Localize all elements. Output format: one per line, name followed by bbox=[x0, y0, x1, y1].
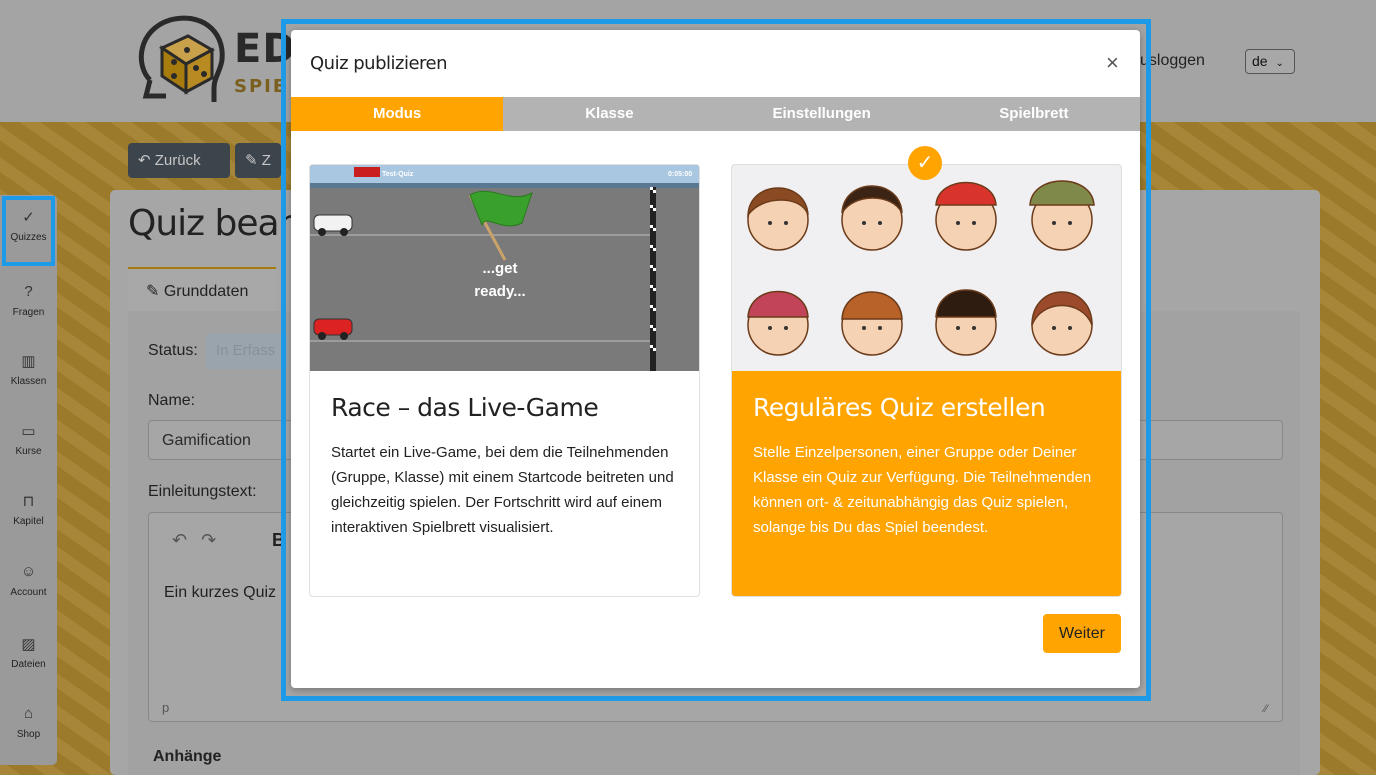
books-icon: ▥ bbox=[21, 353, 36, 370]
race-card-body: Startet ein Live-Game, bei dem die Teiln… bbox=[331, 444, 674, 536]
language-value: de bbox=[1252, 53, 1268, 69]
chevron-down-icon: ⌄ bbox=[1275, 58, 1284, 69]
intro-label: Einleitungstext: bbox=[148, 483, 257, 500]
race-card-heading: Race – das Live-Game bbox=[331, 393, 599, 422]
sidebar-item-fragen[interactable]: ? Fragen bbox=[0, 283, 57, 318]
language-select[interactable]: de ⌄ bbox=[1245, 49, 1295, 74]
sidebar-item-label: Dateien bbox=[11, 659, 46, 670]
modal-title: Quiz publizieren bbox=[310, 53, 448, 74]
get-text: ...get bbox=[482, 260, 517, 277]
edit-icon: ✎ bbox=[245, 152, 258, 169]
regular-card-body: Stelle Einzelpersonen, einer Gruppe oder… bbox=[753, 444, 1092, 536]
board-title: Test-Quiz bbox=[382, 171, 414, 178]
sidebar-item-label: Kurse bbox=[15, 446, 42, 457]
sidebar bbox=[0, 195, 57, 765]
sidebar-item-label: Shop bbox=[16, 729, 41, 740]
back-button[interactable]: ↶ Zurück bbox=[128, 143, 230, 178]
sidebar-item-label: Fragen bbox=[12, 307, 45, 318]
sidebar-item-shop[interactable]: ⌂ Shop bbox=[0, 705, 57, 740]
sidebar-item-klassen[interactable]: ▥ Klassen bbox=[0, 352, 57, 387]
race-game-image: Test-Quiz 0:05:00 ...get ready... bbox=[310, 165, 699, 371]
next-button[interactable]: Weiter bbox=[1043, 614, 1121, 653]
sidebar-item-label: Klassen bbox=[10, 376, 47, 387]
sidebar-item-label: Kapitel bbox=[13, 516, 44, 527]
ready-text: ready... bbox=[474, 283, 525, 300]
sidebar-item-kurse[interactable]: ▭ Kurse bbox=[0, 422, 57, 457]
bookmark-icon: ⊓ bbox=[22, 493, 35, 510]
name-label: Name: bbox=[148, 392, 196, 409]
briefcase-icon: ▭ bbox=[21, 423, 36, 440]
board-timer: 0:05:00 bbox=[668, 171, 692, 178]
tab-einstellungen[interactable]: Einstellungen bbox=[715, 97, 928, 131]
edit-button-label: Z bbox=[261, 152, 271, 169]
regular-card-heading: Reguläres Quiz erstellen bbox=[753, 393, 1046, 422]
sidebar-highlight-frame bbox=[2, 196, 55, 266]
close-icon[interactable]: × bbox=[1106, 50, 1119, 76]
intro-text[interactable]: Ein kurzes Quiz bbox=[164, 584, 276, 602]
tab-klasse[interactable]: Klasse bbox=[503, 97, 716, 131]
sidebar-item-kapitel[interactable]: ⊓ Kapitel bbox=[0, 492, 57, 527]
undo-redo-icons[interactable]: ↶↷ bbox=[172, 530, 230, 551]
sidebar-item-dateien[interactable]: ▨ Dateien bbox=[0, 635, 57, 670]
logo-dice-icon bbox=[138, 15, 225, 102]
undo-arrow-icon: ↶ bbox=[138, 152, 151, 169]
editor-path: p bbox=[162, 700, 170, 715]
people-faces-image bbox=[732, 165, 1121, 371]
tab-label: Grunddaten bbox=[163, 283, 249, 300]
user-icon: ☺ bbox=[20, 563, 37, 580]
selected-check-icon: ✓ bbox=[908, 146, 942, 180]
status-label: Status: bbox=[148, 342, 198, 359]
tab-modus[interactable]: Modus bbox=[291, 97, 504, 131]
edit-button[interactable]: ✎ Z bbox=[235, 143, 281, 178]
attachments-heading: Anhänge bbox=[153, 748, 222, 765]
regular-quiz-card[interactable]: Reguläres Quiz erstellen Stelle Einzelpe… bbox=[731, 164, 1122, 597]
tab-spielbrett[interactable]: Spielbrett bbox=[927, 97, 1140, 131]
back-button-label: Zurück bbox=[154, 152, 201, 169]
resize-grip-icon[interactable]: ⁄⁄ bbox=[1264, 703, 1268, 715]
sidebar-item-label: Account bbox=[10, 587, 47, 598]
status-badge[interactable]: In Erfass bbox=[206, 333, 288, 369]
tab-grunddaten[interactable]: ✎ Grunddaten bbox=[128, 267, 276, 311]
sidebar-item-account[interactable]: ☺ Account bbox=[0, 563, 57, 598]
logo-subtext: SPIE bbox=[234, 76, 288, 97]
race-mode-card[interactable]: Test-Quiz 0:05:00 ...get ready... Race –… bbox=[309, 164, 700, 597]
shop-icon: ⌂ bbox=[23, 705, 34, 722]
modal-tabs: Modus Klasse Einstellungen Spielbrett bbox=[291, 97, 1140, 131]
image-icon: ▨ bbox=[21, 636, 36, 653]
question-icon: ? bbox=[24, 283, 33, 300]
pencil-icon: ✎ bbox=[146, 283, 160, 300]
